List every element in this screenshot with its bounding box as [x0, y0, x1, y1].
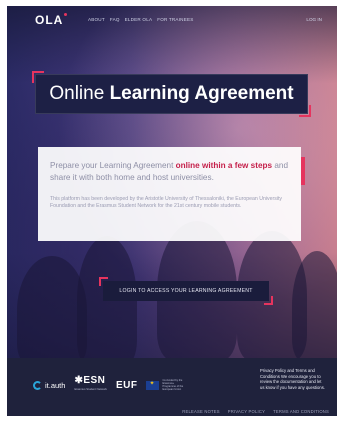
hero-section: OLA ABOUT FAQ ELDER OLA FOR TRAINEES LOG…	[7, 6, 337, 358]
eu-flag-icon	[146, 380, 160, 390]
auth-logo-text: it.auth	[45, 380, 66, 390]
footer-links: RELEASE NOTES PRIVACY POLICY TERMS AND C…	[182, 409, 329, 414]
title-light: Online	[49, 83, 105, 104]
nav-links: ABOUT FAQ ELDER OLA FOR TRAINEES	[88, 17, 193, 22]
crowd-silhouette	[292, 251, 337, 358]
footer: it.auth ✱ESN Erasmus Student Network EUF …	[7, 358, 337, 416]
terms-link[interactable]: TERMS AND CONDITIONS	[273, 409, 329, 414]
esn-logo[interactable]: ✱ESN Erasmus Student Network	[74, 376, 107, 394]
nav-link-faq[interactable]: FAQ	[110, 17, 120, 22]
intro-description: This platform has been developed by the …	[50, 196, 283, 210]
lead-text: Prepare your Learning Agreement	[50, 161, 176, 170]
auth-ring-icon	[33, 380, 42, 390]
login-link[interactable]: LOG IN	[306, 17, 322, 22]
esn-logo-subtitle: Erasmus Student Network	[74, 387, 107, 391]
privacy-policy-link[interactable]: PRIVACY POLICY	[228, 409, 265, 414]
intro-card: Prepare your Learning Agreement online w…	[38, 147, 305, 241]
nav-link-elder-ola[interactable]: ELDER OLA	[125, 17, 153, 22]
ola-logo[interactable]: OLA	[35, 13, 68, 27]
eu-funding-text: Co-funded by the Erasmus+ Programme of t…	[162, 378, 184, 392]
eu-erasmus-logo[interactable]: Co-funded by the Erasmus+ Programme of t…	[146, 379, 186, 392]
nav-link-about[interactable]: ABOUT	[88, 17, 105, 22]
lead-highlight: online within a few steps	[175, 161, 273, 170]
intro-lead: Prepare your Learning Agreement online w…	[50, 160, 289, 184]
euf-logo[interactable]: EUF	[116, 380, 138, 391]
title-bold: Learning Agreement	[109, 83, 294, 104]
browser-viewport: OLA ABOUT FAQ ELDER OLA FOR TRAINEES LOG…	[7, 6, 337, 416]
privacy-notice: Privacy Policy and Terms and Conditions …	[260, 368, 325, 390]
login-cta-button[interactable]: LOGIN TO ACCESS YOUR LEARNING AGREEMENT	[99, 277, 273, 305]
logo-text: OLA	[35, 13, 64, 27]
nav-link-for-trainees[interactable]: FOR TRAINEES	[157, 17, 193, 22]
page-title: Online Learning Agreement	[49, 83, 293, 105]
release-notes-link[interactable]: RELEASE NOTES	[182, 409, 220, 414]
partner-logos: it.auth ✱ESN Erasmus Student Network EUF …	[33, 376, 186, 394]
auth-logo[interactable]: it.auth	[33, 380, 66, 390]
euf-logo-text: EUF	[115, 379, 138, 391]
page-title-box: Online Learning Agreement	[32, 71, 311, 117]
page: OLA ABOUT FAQ ELDER OLA FOR TRAINEES LOG…	[0, 0, 344, 421]
login-cta-label: LOGIN TO ACCESS YOUR LEARNING AGREEMENT	[119, 288, 253, 294]
top-navigation: OLA ABOUT FAQ ELDER OLA FOR TRAINEES LOG…	[7, 6, 337, 32]
logo-dot	[64, 13, 68, 16]
